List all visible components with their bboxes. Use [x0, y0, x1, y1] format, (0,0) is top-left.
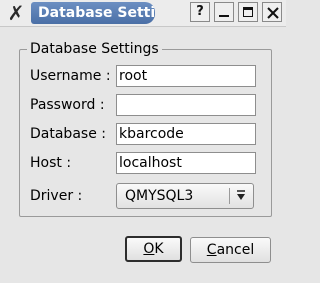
help-button[interactable]: ? [190, 2, 210, 22]
ok-button[interactable]: OK [125, 236, 182, 262]
help-icon: ? [196, 4, 204, 19]
maximize-button[interactable] [238, 2, 258, 22]
cancel-label-rest: ancel [216, 242, 255, 258]
combo-arrow-icon [237, 190, 245, 200]
host-field[interactable] [116, 152, 256, 174]
database-label: Database : [30, 126, 106, 142]
database-field[interactable] [116, 123, 256, 145]
ok-mnemonic: O [143, 241, 155, 257]
password-label: Password : [30, 97, 105, 113]
driver-select[interactable]: QMYSQL3 [116, 183, 254, 209]
username-label: Username : [30, 68, 111, 84]
window-title: Database Settin [31, 2, 155, 24]
driver-label: Driver : [30, 188, 83, 204]
close-icon [267, 7, 279, 19]
driver-selected-value: QMYSQL3 [125, 188, 194, 204]
password-field[interactable] [116, 94, 256, 116]
title-bar[interactable]: ✗ Database Settin ? [0, 0, 286, 27]
close-button[interactable] [262, 2, 282, 22]
cancel-button[interactable]: Cancel [190, 237, 271, 263]
combo-separator [229, 188, 230, 204]
cancel-mnemonic: C [206, 242, 217, 258]
app-menu-icon[interactable]: ✗ [3, 2, 29, 24]
minimize-button[interactable] [214, 2, 234, 22]
groupbox-title: Database Settings [27, 40, 162, 58]
host-label: Host : [30, 155, 72, 171]
username-field[interactable] [116, 65, 256, 87]
ok-label-rest: K [154, 241, 164, 257]
